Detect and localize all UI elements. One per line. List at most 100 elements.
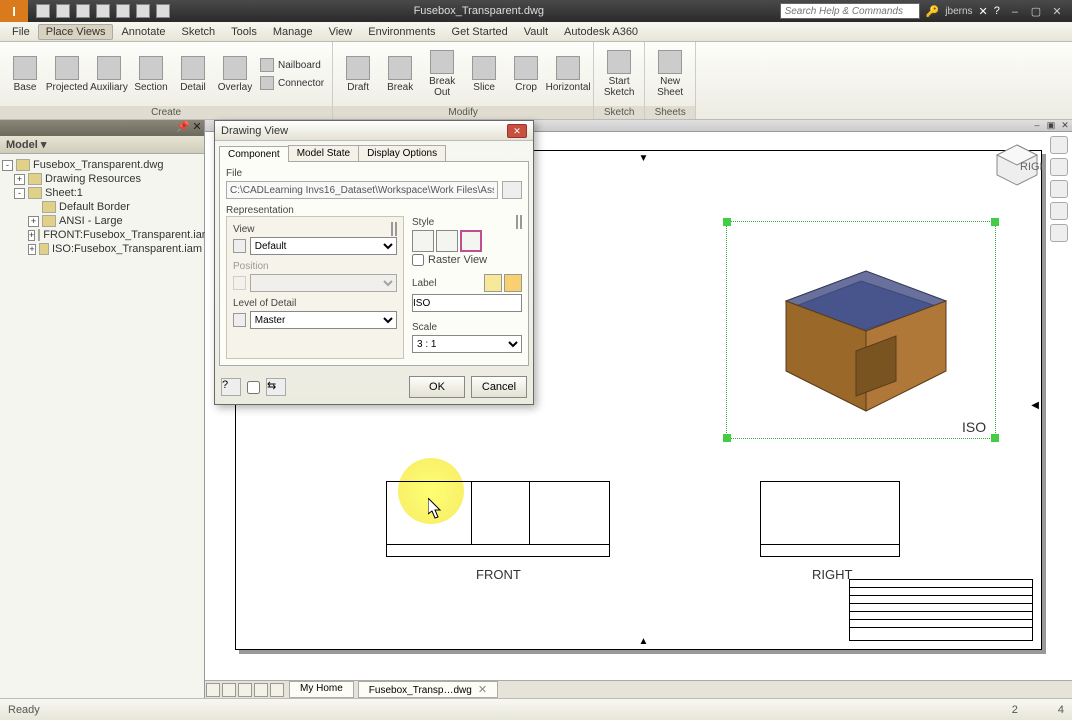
- menu-autodesk-a360[interactable]: Autodesk A360: [556, 24, 646, 40]
- tree-node[interactable]: -Sheet:1: [2, 186, 202, 200]
- browser-pin-icon[interactable]: 📌: [176, 120, 190, 136]
- raster-view-checkbox[interactable]: Raster View: [412, 254, 522, 266]
- margin-arrow-bottom[interactable]: ▲: [639, 636, 649, 647]
- doc-maximize-icon[interactable]: ▣: [1044, 120, 1058, 131]
- tree-node[interactable]: +ISO:Fusebox_Transparent.iam: [2, 242, 202, 256]
- tab-model-state[interactable]: Model State: [288, 145, 359, 161]
- file-path-input[interactable]: [226, 181, 498, 199]
- label-tip-icon[interactable]: [484, 274, 502, 292]
- qat-new-icon[interactable]: [36, 4, 50, 18]
- scale-select[interactable]: 3 : 1: [412, 335, 522, 353]
- dialog-expand-button[interactable]: ⇆: [266, 378, 286, 396]
- style-edit-icon[interactable]: [520, 215, 522, 229]
- menu-view[interactable]: View: [321, 24, 361, 40]
- margin-arrow-top[interactable]: ▼: [639, 153, 649, 164]
- label-edit-icon[interactable]: [504, 274, 522, 292]
- resize-handle-ne[interactable]: [991, 218, 999, 226]
- qat-save-icon[interactable]: [76, 4, 90, 18]
- break-button[interactable]: Break: [379, 44, 421, 104]
- nav-lookat-icon[interactable]: [1050, 224, 1068, 242]
- qat-undo-icon[interactable]: [96, 4, 110, 18]
- margin-arrow-right[interactable]: ◀: [1031, 400, 1039, 411]
- tab-component[interactable]: Component: [219, 146, 289, 162]
- tree-expand-icon[interactable]: +: [28, 230, 35, 241]
- viewport-two-icon[interactable]: [222, 683, 236, 697]
- viewport-four-icon[interactable]: [254, 683, 268, 697]
- section-button[interactable]: Section: [130, 44, 172, 104]
- style-link-icon[interactable]: [516, 215, 518, 229]
- doc-close-icon[interactable]: ✕: [1058, 120, 1072, 131]
- minimize-icon[interactable]: –: [1006, 6, 1024, 18]
- exchange-icon[interactable]: ✕: [979, 5, 988, 18]
- view-opt2-icon[interactable]: [395, 222, 397, 236]
- overlay-button[interactable]: Overlay: [214, 44, 256, 104]
- help-search-input[interactable]: [780, 3, 920, 19]
- lod-pre-icon[interactable]: [233, 313, 246, 327]
- browser-title[interactable]: Model ▾: [0, 136, 204, 154]
- ok-button[interactable]: OK: [409, 376, 465, 398]
- tree-node[interactable]: Default Border: [2, 200, 202, 214]
- front-view[interactable]: [386, 481, 610, 557]
- label-input[interactable]: [412, 294, 522, 312]
- signin-icon[interactable]: 🔑: [926, 5, 940, 18]
- menu-get-started[interactable]: Get Started: [444, 24, 516, 40]
- connector-button[interactable]: Connector: [256, 74, 328, 92]
- nav-pan-icon[interactable]: [1050, 158, 1068, 176]
- nav-wheel-icon[interactable]: [1050, 136, 1068, 154]
- slice-button[interactable]: Slice: [463, 44, 505, 104]
- menu-vault[interactable]: Vault: [516, 24, 556, 40]
- viewport-single-icon[interactable]: [206, 683, 220, 697]
- tree-expand-icon[interactable]: -: [2, 160, 13, 171]
- break-out-button[interactable]: Break Out: [421, 44, 463, 104]
- resize-handle-se[interactable]: [991, 434, 999, 442]
- tree-node[interactable]: -Fusebox_Transparent.dwg: [2, 158, 202, 172]
- menu-sketch[interactable]: Sketch: [174, 24, 224, 40]
- cancel-button[interactable]: Cancel: [471, 376, 527, 398]
- style-hidden-button[interactable]: [412, 230, 434, 252]
- menu-file[interactable]: File: [4, 24, 38, 40]
- resize-handle-sw[interactable]: [723, 434, 731, 442]
- view-opt1-icon[interactable]: [391, 222, 393, 236]
- tree-node[interactable]: +ANSI - Large: [2, 214, 202, 228]
- app-logo[interactable]: I: [0, 0, 28, 22]
- new-sheet-button[interactable]: New Sheet: [649, 44, 691, 104]
- browser-close-icon[interactable]: ✕: [190, 120, 204, 136]
- menu-annotate[interactable]: Annotate: [113, 24, 173, 40]
- qat-home-icon[interactable]: [136, 4, 150, 18]
- style-shaded-button[interactable]: [460, 230, 482, 252]
- viewport-three-icon[interactable]: [238, 683, 252, 697]
- menu-place-views[interactable]: Place Views: [38, 24, 114, 40]
- menu-manage[interactable]: Manage: [265, 24, 321, 40]
- maximize-icon[interactable]: ▢: [1027, 5, 1045, 18]
- view-pre-icon[interactable]: [233, 239, 246, 253]
- start-sketch-button[interactable]: Start Sketch: [598, 44, 640, 104]
- tree-node[interactable]: +FRONT:Fusebox_Transparent.iam: [2, 228, 202, 242]
- qat-redo-icon[interactable]: [116, 4, 130, 18]
- horizontal-button[interactable]: Horizontal: [547, 44, 589, 104]
- crop-button[interactable]: Crop: [505, 44, 547, 104]
- lod-select[interactable]: Master: [250, 311, 397, 329]
- nav-orbit-icon[interactable]: [1050, 202, 1068, 220]
- tree-expand-icon[interactable]: +: [28, 244, 36, 255]
- projected-button[interactable]: Projected: [46, 44, 88, 104]
- close-icon[interactable]: ✕: [1048, 5, 1066, 18]
- dialog-close-icon[interactable]: ✕: [507, 124, 527, 138]
- right-view[interactable]: [760, 481, 900, 557]
- qat-open-icon[interactable]: [56, 4, 70, 18]
- base-button[interactable]: Base: [4, 44, 46, 104]
- help-icon[interactable]: ?: [994, 5, 1000, 17]
- view-select[interactable]: Default: [250, 237, 397, 255]
- auxiliary-button[interactable]: Auxiliary: [88, 44, 130, 104]
- doc-tab-close-icon[interactable]: ✕: [478, 684, 487, 696]
- qat-print-icon[interactable]: [156, 4, 170, 18]
- nav-zoom-icon[interactable]: [1050, 180, 1068, 198]
- doc-tab[interactable]: Fusebox_Transp…dwg✕: [358, 681, 498, 698]
- style-nohidden-button[interactable]: [436, 230, 458, 252]
- nailboard-button[interactable]: Nailboard: [256, 56, 328, 74]
- detail-button[interactable]: Detail: [172, 44, 214, 104]
- doc-minimize-icon[interactable]: –: [1030, 120, 1044, 131]
- dialog-help-button[interactable]: ?: [221, 378, 241, 396]
- viewport-more-icon[interactable]: [270, 683, 284, 697]
- tree-expand-icon[interactable]: +: [14, 174, 25, 185]
- tree-expand-icon[interactable]: +: [28, 216, 39, 227]
